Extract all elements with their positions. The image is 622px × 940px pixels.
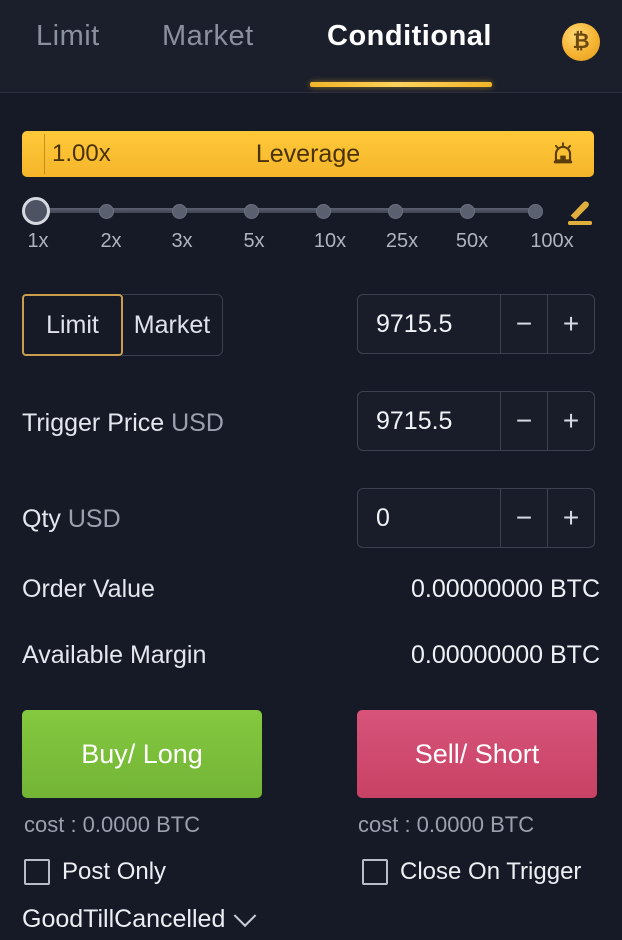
post-only-label: Post Only <box>62 858 167 885</box>
toggle-limit[interactable]: Limit <box>22 294 123 356</box>
slider-tick-labels: 1x 2x 3x 5x 10x 25x 50x 100x <box>22 230 582 254</box>
toggle-market[interactable]: Market <box>122 294 223 356</box>
tick-label-10x: 10x <box>313 230 347 252</box>
trigger-price-stepper: 9715.5 − + <box>357 391 595 451</box>
price-stepper: 9715.5 − + <box>357 294 595 354</box>
tab-conditional[interactable]: Conditional <box>327 20 492 53</box>
trigger-price-input[interactable]: 9715.5 <box>358 392 500 450</box>
time-in-force-dropdown[interactable]: GoodTillCancelled <box>22 903 257 934</box>
tick-label-5x: 5x <box>243 230 265 252</box>
tick-label-1x: 1x <box>27 230 49 252</box>
time-in-force-value: GoodTillCancelled <box>22 905 226 933</box>
slider-handle[interactable] <box>22 197 50 225</box>
post-only-checkbox[interactable] <box>24 859 50 885</box>
trigger-price-label-text: Trigger Price <box>22 409 165 437</box>
tick-label-100x: 100x <box>530 230 574 252</box>
close-on-trigger-checkbox[interactable] <box>362 859 388 885</box>
price-input[interactable]: 9715.5 <box>358 295 500 353</box>
bitcoin-icon[interactable]: ₿ <box>562 23 600 61</box>
price-decrement-button[interactable]: − <box>500 295 547 353</box>
sell-short-button[interactable]: Sell/ Short <box>357 710 597 798</box>
qty-label-text: Qty <box>22 505 61 533</box>
tick-label-50x: 50x <box>455 230 489 252</box>
order-value-label: Order Value <box>22 575 155 603</box>
buy-cost-text: cost : 0.0000 BTC <box>24 812 201 837</box>
tick-label-3x: 3x <box>171 230 193 252</box>
slider-tick-10x[interactable] <box>316 204 331 219</box>
tab-market[interactable]: Market <box>162 20 254 53</box>
leverage-label: Leverage <box>255 139 361 168</box>
slider-tick-100x[interactable] <box>528 204 543 219</box>
close-on-trigger-checkbox-row[interactable]: Close On Trigger <box>362 858 581 886</box>
price-increment-button[interactable]: + <box>547 295 594 353</box>
leverage-slider[interactable] <box>22 196 543 226</box>
order-type-tabbar: Limit Market Conditional ₿ <box>0 0 622 93</box>
qty-stepper: 0 − + <box>357 488 595 548</box>
sell-cost-text: cost : 0.0000 BTC <box>358 812 535 837</box>
trigger-price-increment-button[interactable]: + <box>547 392 594 450</box>
alarm-lamp-icon[interactable] <box>550 141 576 167</box>
available-margin-label: Available Margin <box>22 641 207 669</box>
leverage-bar[interactable]: 1.00x Leverage <box>22 131 594 177</box>
qty-input[interactable]: 0 <box>358 489 500 547</box>
slider-tick-3x[interactable] <box>172 204 187 219</box>
slider-tick-25x[interactable] <box>388 204 403 219</box>
slider-tick-50x[interactable] <box>460 204 475 219</box>
trigger-price-decrement-button[interactable]: − <box>500 392 547 450</box>
active-tab-indicator <box>310 82 492 87</box>
pencil-edit-icon[interactable] <box>563 195 597 227</box>
close-on-trigger-label: Close On Trigger <box>400 858 582 885</box>
qty-unit: USD <box>67 505 121 533</box>
trigger-price-unit: USD <box>171 409 224 437</box>
buy-long-button[interactable]: Buy/ Long <box>22 710 262 798</box>
tick-label-2x: 2x <box>100 230 122 252</box>
slider-tick-5x[interactable] <box>244 204 259 219</box>
post-only-checkbox-row[interactable]: Post Only <box>24 858 166 886</box>
order-value-amount: 0.00000000 BTC <box>410 575 600 603</box>
qty-increment-button[interactable]: + <box>547 489 594 547</box>
tick-label-25x: 25x <box>385 230 419 252</box>
qty-label: Qty USD <box>22 505 121 534</box>
trigger-price-label: Trigger Price USD <box>22 409 224 438</box>
tab-limit[interactable]: Limit <box>36 20 100 53</box>
slider-tick-2x[interactable] <box>99 204 114 219</box>
available-margin-amount: 0.00000000 BTC <box>410 641 600 669</box>
order-execution-toggle: Limit Market <box>22 294 223 356</box>
qty-decrement-button[interactable]: − <box>500 489 547 547</box>
chevron-down-icon <box>234 903 257 927</box>
